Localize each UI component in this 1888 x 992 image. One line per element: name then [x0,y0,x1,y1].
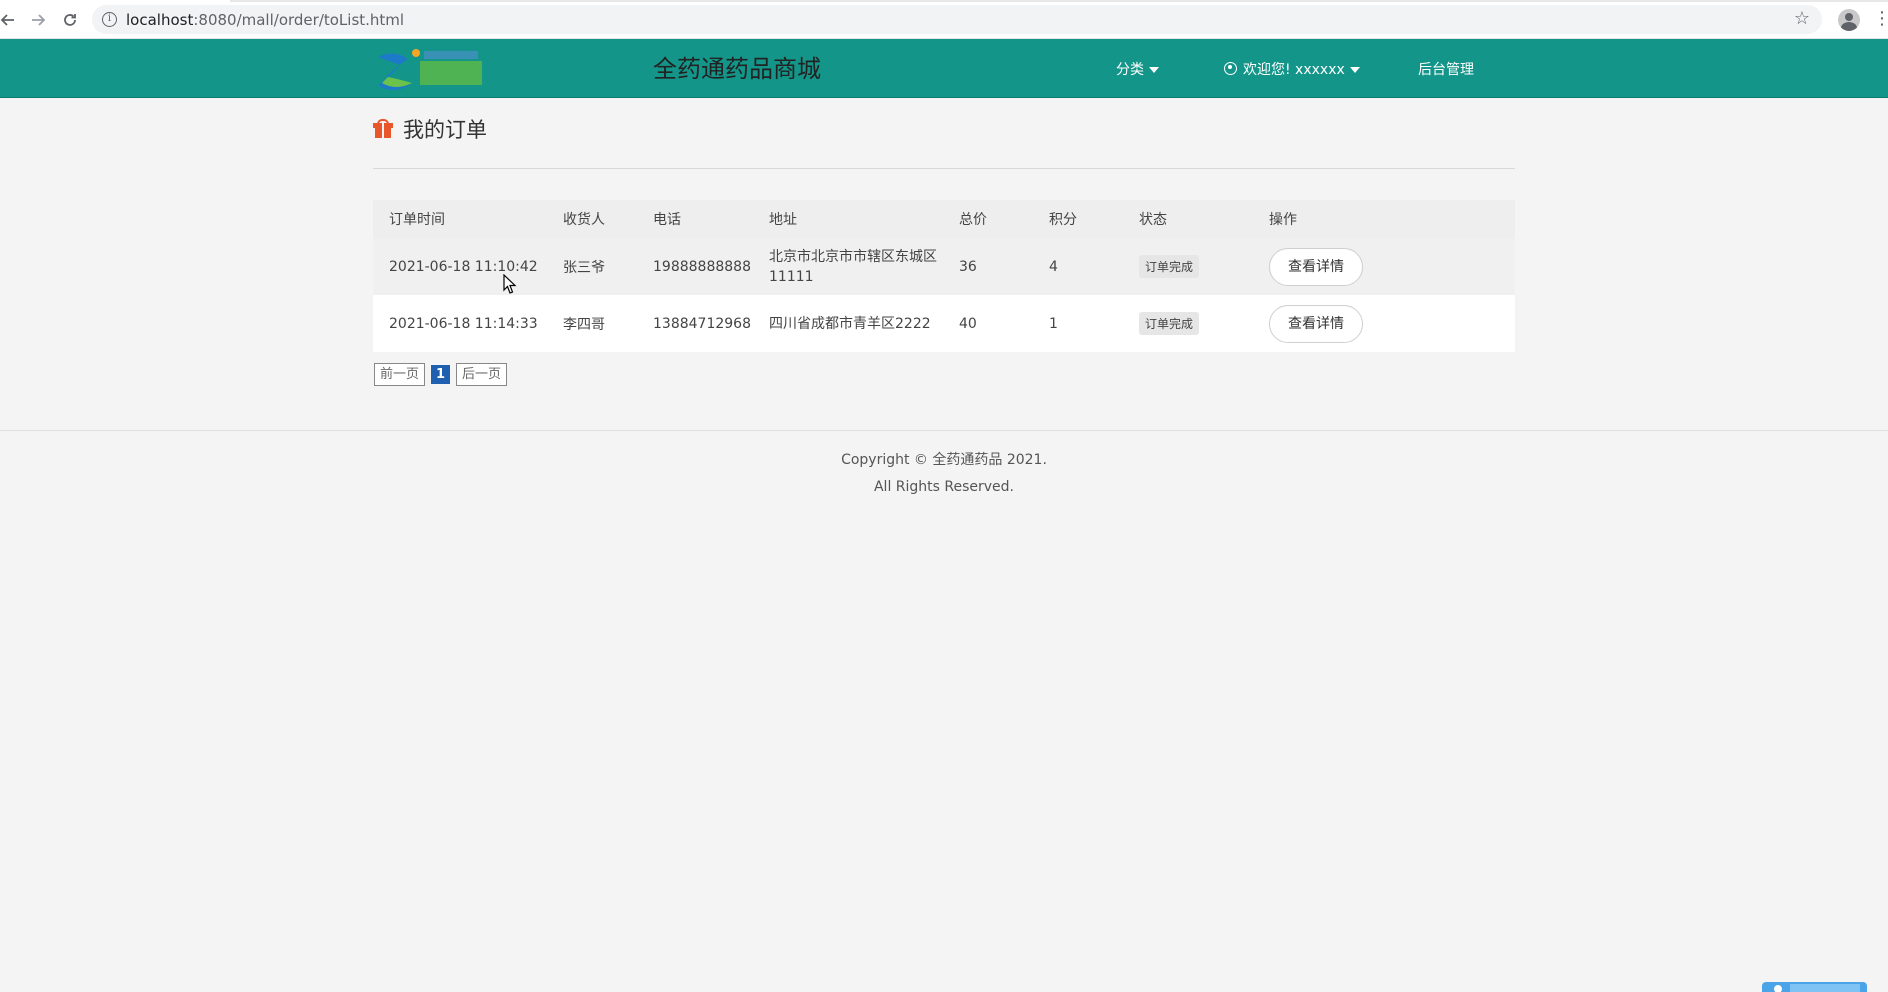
arrow-right-icon [32,14,46,26]
order-time: 2021-06-18 11:14:33 [373,295,563,352]
order-phone: 13884712968 [653,295,769,352]
page-heading: 我的订单 [373,114,487,144]
orders-table: 订单时间 收货人 电话 地址 总价 积分 状态 操作 2021-06-18 11… [373,200,1515,352]
column-header: 总价 [959,200,1049,238]
corner-widget[interactable] [1762,982,1867,992]
info-icon[interactable]: i [102,12,117,27]
order-total: 40 [959,295,1049,352]
more-vert-icon[interactable]: ⋮ [1873,9,1888,29]
footer-rights: All Rights Reserved. [873,479,1015,495]
order-address: 四川省成都市青羊区2222 [769,295,959,352]
site-title: 全药通药品商城 [653,55,821,83]
table-row: 2021-06-18 11:14:33 李四哥 13884712968 四川省成… [373,295,1515,352]
order-status-cell: 订单完成 [1139,238,1269,295]
current-page[interactable]: 1 [431,365,451,384]
browser-toolbar: i localhost:8080/mall/order/toList.html … [0,0,1888,39]
url-path: :8080/mall/order/toList.html [193,11,405,29]
footer-copyright: Copyright © 全药通药品 2021. [841,452,1047,468]
order-total: 36 [959,238,1049,295]
column-header: 订单时间 [373,200,563,238]
order-status-cell: 订单完成 [1139,295,1269,352]
prev-page-button[interactable]: 前一页 [374,363,426,386]
site-header [0,39,1888,98]
welcome-label: 欢迎您! xxxxxx [1243,62,1345,78]
order-points: 4 [1049,238,1139,295]
order-address: 北京市北京市市辖区东城区11111 [769,238,959,295]
category-label: 分类 [1116,62,1144,78]
category-dropdown[interactable]: 分类 [1116,59,1159,79]
user-dropdown[interactable]: 欢迎您! xxxxxx [1224,59,1360,79]
caret-down-icon [1349,67,1360,73]
table-header-row: 订单时间 收货人 电话 地址 总价 积分 状态 操作 [373,200,1515,238]
arrow-left-icon [0,14,14,26]
url-host: localhost [126,11,194,29]
order-receiver: 张三爷 [563,238,653,295]
order-receiver: 李四哥 [563,295,653,352]
loading-bar [230,0,1888,2]
order-time: 2021-06-18 11:10:42 [373,238,563,295]
user-circle-icon [1224,62,1237,75]
heading-divider [373,168,1515,169]
status-badge: 订单完成 [1139,312,1200,335]
page-title: 我的订单 [403,118,487,142]
column-header: 积分 [1049,200,1139,238]
site-logo[interactable] [374,47,486,94]
forward-button[interactable] [26,8,50,32]
footer-divider [0,430,1888,431]
column-header: 电话 [653,200,769,238]
status-badge: 订单完成 [1139,255,1200,278]
url-text[interactable]: localhost:8080/mall/order/toList.html [126,11,404,29]
order-phone: 19888888888 [653,238,769,295]
admin-link[interactable]: 后台管理 [1418,59,1474,79]
reload-icon [64,14,76,26]
column-header: 操作 [1269,200,1515,238]
next-page-button[interactable]: 后一页 [456,363,508,386]
column-header: 收货人 [563,200,653,238]
back-button[interactable] [0,8,20,32]
pagination: 前一页 1 后一页 [374,363,513,386]
address-bar[interactable]: i localhost:8080/mall/order/toList.html … [92,5,1822,34]
column-header: 地址 [769,200,959,238]
table-row: 2021-06-18 11:10:42 张三爷 19888888888 北京市北… [373,238,1515,295]
view-details-button[interactable]: 查看详情 [1269,304,1363,343]
reload-button[interactable] [58,8,82,32]
order-points: 1 [1049,295,1139,352]
column-header: 状态 [1139,200,1269,238]
star-icon[interactable]: ☆ [1794,8,1810,29]
profile-icon[interactable] [1838,9,1860,31]
view-details-button[interactable]: 查看详情 [1269,247,1363,286]
widget-icon [1774,985,1782,992]
mouse-pointer-icon [503,274,517,294]
caret-down-icon [1149,67,1159,73]
gift-icon [373,119,393,139]
order-action-cell: 查看详情 [1269,295,1515,352]
order-action-cell: 查看详情 [1269,238,1515,295]
